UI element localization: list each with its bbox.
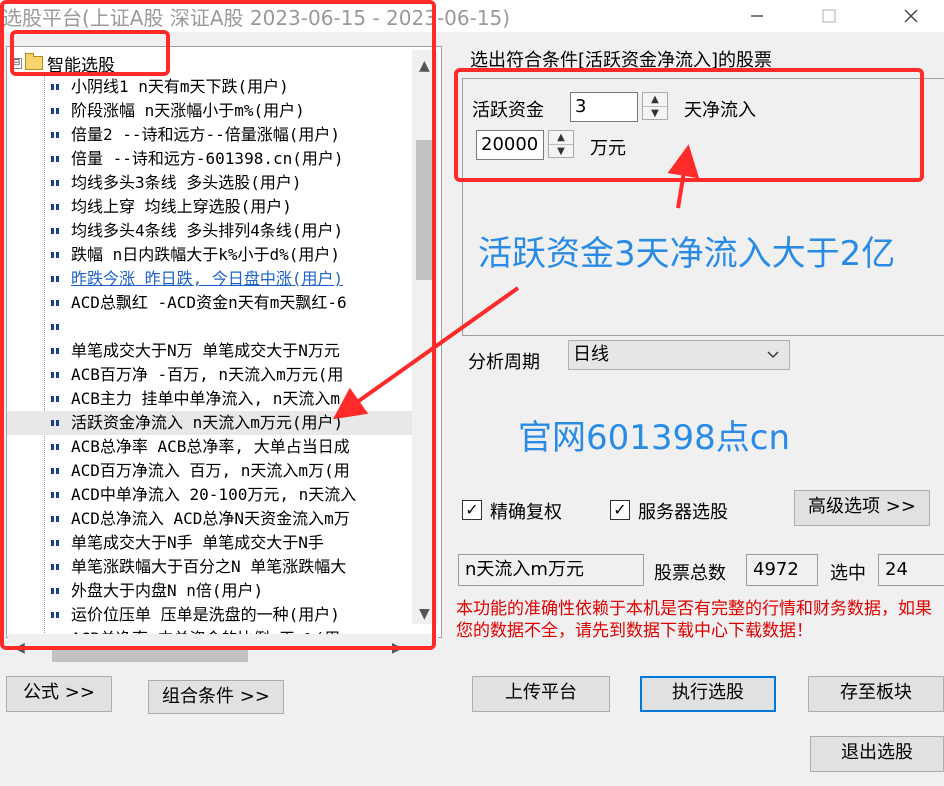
arrow-to-params [667,144,700,209]
annotation-arrows [332,144,700,420]
arrow-to-item [332,286,520,420]
